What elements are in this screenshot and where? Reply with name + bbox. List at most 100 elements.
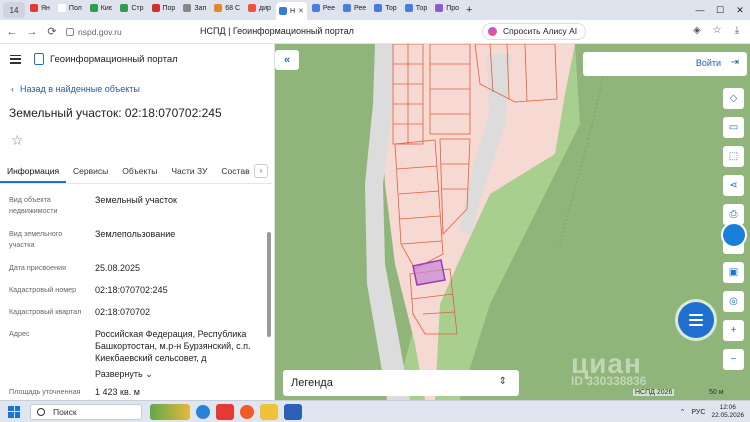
address-bar: ← → ⟳ nspd.gov.ru НСПД | Геоинформационн… <box>0 20 750 44</box>
field-label: Адрес <box>9 329 30 338</box>
word-icon[interactable] <box>284 403 302 420</box>
browser-tab-label: Тор <box>385 4 397 12</box>
zoom-in-icon[interactable]: + <box>723 320 744 341</box>
field-value: 1 423 кв. м <box>95 387 140 397</box>
layers-icon[interactable]: ◇ <box>723 88 744 109</box>
field-value[interactable]: 02:18:070702 <box>95 306 263 318</box>
browser-tab-label: Рее <box>322 4 336 12</box>
field-value: Земельный участок <box>95 195 177 205</box>
zoom-out-icon[interactable]: − <box>723 349 744 370</box>
browser-tab[interactable]: Тор <box>371 0 400 16</box>
favicon-icon <box>151 4 160 12</box>
clock[interactable]: 12:06 22.05.2026 <box>711 404 744 420</box>
tab-close-icon[interactable]: ✕ <box>298 7 304 15</box>
minimize-icon[interactable]: — <box>690 5 710 15</box>
yandex-icon[interactable] <box>216 403 234 420</box>
browser-tab-label: Рее <box>354 4 367 12</box>
language-indicator[interactable]: РУС <box>691 409 705 416</box>
browser-tab[interactable]: дир <box>245 0 274 16</box>
edge-icon[interactable] <box>196 404 210 419</box>
tabs-scroll-right-icon[interactable]: › <box>254 164 268 178</box>
tab-objects[interactable]: Объекты <box>115 160 164 183</box>
browser-tabbar: 14 Ян Пол Киє Стр Пор Зап 68 Сдир Н ✕ Рее Рее Тор То… <box>0 0 750 20</box>
field-label: Вид земельного участка <box>9 229 63 249</box>
new-tab-button[interactable]: + <box>466 4 472 16</box>
bookmark-icon[interactable]: ☆ <box>710 24 724 38</box>
chat-button[interactable] <box>678 302 714 338</box>
field-value: 25.08.2025 <box>95 263 141 273</box>
tab-parts[interactable]: Части ЗУ <box>164 160 214 183</box>
widgets-icon[interactable] <box>150 403 190 420</box>
info-tabs: Информация Сервисы Объекты Части ЗУ Сост… <box>0 160 272 184</box>
help-icon[interactable] <box>721 222 747 248</box>
window-controls: — ☐ ✕ <box>690 0 750 20</box>
browser-tab[interactable]: Тор <box>402 0 431 16</box>
browser-tab-label: Н <box>289 7 295 15</box>
clock-time: 12:06 <box>719 404 736 411</box>
map-canvas <box>365 44 606 400</box>
browser-tab[interactable]: Рее <box>340 0 369 16</box>
share-icon[interactable]: ⋖ <box>723 175 744 196</box>
browser-tab[interactable]: Пор <box>149 0 179 16</box>
alice-button[interactable]: Спросить Алису AI <box>482 23 587 40</box>
reload-icon[interactable]: ⟳ <box>44 25 60 38</box>
browser-tab[interactable]: Ян <box>27 0 53 16</box>
back-to-results-link[interactable]: ‹ Назад в найденные объекты <box>11 84 140 94</box>
downloads-icon[interactable]: ⤓ <box>730 24 744 38</box>
browser-tab[interactable]: 68 С <box>211 0 243 16</box>
tab-information[interactable]: Информация <box>0 160 67 183</box>
lock-icon <box>66 27 74 36</box>
file-explorer-icon[interactable] <box>260 403 278 420</box>
browser-tab-label: 68 С <box>225 4 241 12</box>
url-text: nspd.gov.ru <box>78 26 122 37</box>
map-scale: 50 м <box>709 389 724 396</box>
browser-tab-label: дир <box>259 4 271 12</box>
back-arrow-icon[interactable]: ← <box>4 26 20 38</box>
browser-tab[interactable]: Н ✕ <box>275 2 307 20</box>
login-button[interactable]: Войти ⇥ <box>583 52 747 76</box>
tab-services[interactable]: Сервисы <box>66 160 115 183</box>
map-view[interactable]: « Войти ⇥ ◇ ▭ ⬚ ⋖ ⎙ ➤ ▣ ◎ + − циан ID 33… <box>275 44 750 400</box>
panel-scrollbar[interactable] <box>267 232 271 337</box>
select-area-icon[interactable]: ⬚ <box>723 146 744 167</box>
tab-composition[interactable]: Состав <box>214 160 256 183</box>
ruler-icon[interactable]: ▭ <box>723 117 744 138</box>
browser-tab[interactable]: Про <box>432 0 462 16</box>
browser-tab-label: Тор <box>415 4 428 12</box>
locate-icon[interactable]: ◎ <box>723 291 744 312</box>
field-label: Кадастровый квартал <box>9 307 82 316</box>
browser-tab[interactable]: Стр <box>117 0 146 16</box>
yandex-browser-icon[interactable] <box>240 404 254 419</box>
close-icon[interactable]: ✕ <box>730 5 750 16</box>
favorite-star-icon[interactable]: ☆ <box>11 132 27 148</box>
browser-tab[interactable]: Пол <box>55 0 85 16</box>
browser-tab[interactable]: Киє <box>87 0 116 16</box>
map-attribution: НСПД 2026 <box>633 389 675 396</box>
windows-start-icon[interactable] <box>8 405 20 418</box>
forward-arrow-icon[interactable]: → <box>24 26 40 38</box>
export-icon[interactable]: ▣ <box>723 262 744 283</box>
collapse-panel-button[interactable]: « <box>275 50 299 70</box>
field-value: Российская Федерация, Республика Башкорт… <box>95 329 251 363</box>
chevron-updown-icon: ⇕ <box>498 376 507 387</box>
browser-tab[interactable]: Зап <box>180 0 209 16</box>
parcel-title: Земельный участок: 02:18:070702:245 <box>9 106 222 120</box>
watermark-id: ID 330338836 <box>571 374 647 388</box>
menu-icon[interactable] <box>10 54 21 64</box>
portal-header: Геоинформационный портал <box>0 44 274 74</box>
extension-icon[interactable]: ◈ <box>690 24 704 38</box>
field-value[interactable]: 02:18:070702:245 <box>95 284 263 296</box>
chevron-up-icon[interactable]: ⌃ <box>680 408 686 416</box>
taskbar-search[interactable]: Поиск <box>30 403 142 420</box>
favicon-icon <box>89 4 98 12</box>
maximize-icon[interactable]: ☐ <box>710 5 730 16</box>
browser-tab-label: Ян <box>41 4 50 12</box>
field-label: Вид объекта недвижимости <box>9 195 58 215</box>
browser-tab-label: Стр <box>131 4 144 12</box>
browser-tab[interactable]: Рее <box>309 0 338 16</box>
url-field[interactable]: nspd.gov.ru <box>66 27 122 37</box>
legend-dropdown[interactable]: Легенда ⇕ <box>283 370 519 396</box>
expand-address-link[interactable]: Развернуть ⌄ <box>95 368 263 380</box>
tab-count[interactable]: 14 <box>3 2 25 18</box>
expand-label: Развернуть <box>95 369 143 379</box>
